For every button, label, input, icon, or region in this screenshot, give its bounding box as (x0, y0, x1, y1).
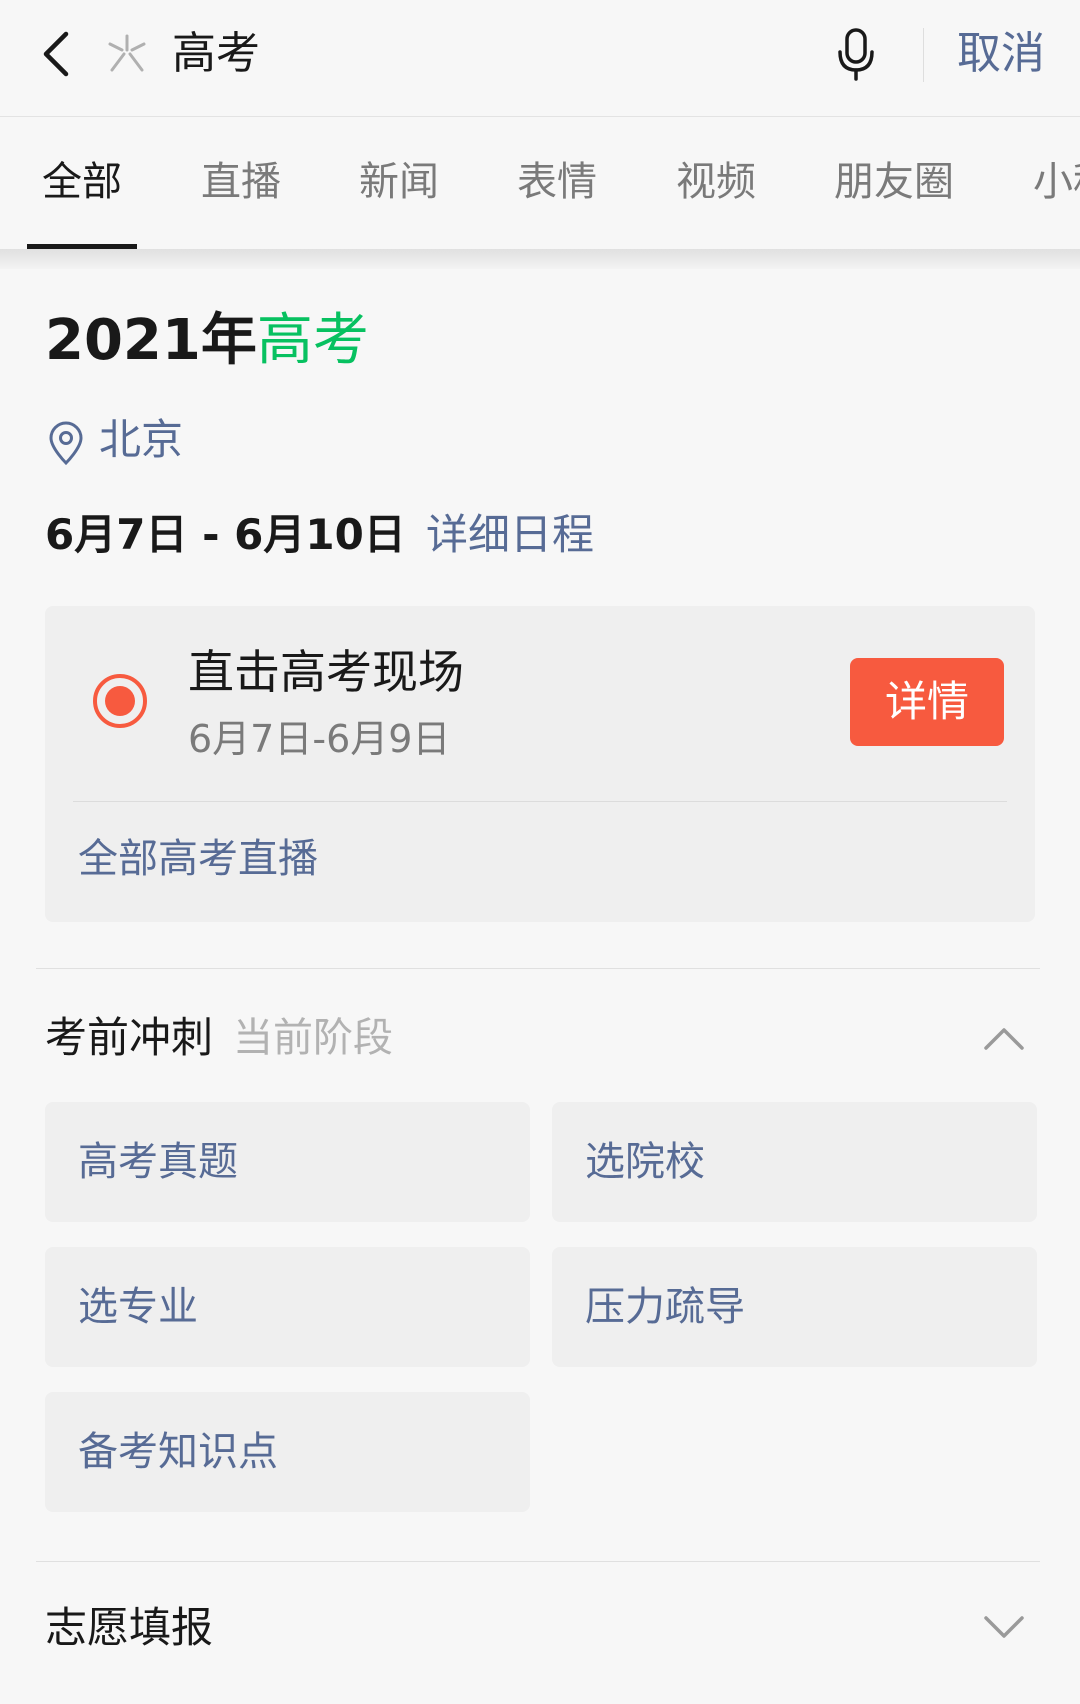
location-pin-icon (49, 421, 83, 466)
event-dates: 6月7日 - 6月10日 (45, 510, 406, 559)
grid-item-study-points[interactable]: 备考知识点 (45, 1392, 530, 1512)
search-bar: 高考 取消 (0, 0, 1080, 117)
section-divider (36, 1561, 1040, 1562)
grid-item-choose-college[interactable]: 选院校 (552, 1102, 1037, 1222)
back-arrow-icon[interactable] (34, 26, 84, 82)
all-live-link[interactable]: 全部高考直播 (78, 832, 318, 886)
live-record-icon (93, 674, 147, 728)
search-query-text[interactable]: 高考 (172, 26, 260, 82)
tab-videos[interactable]: 视频 (676, 157, 756, 207)
grid-item-choose-major[interactable]: 选专业 (45, 1247, 530, 1367)
location-text[interactable]: 北京 (99, 413, 183, 467)
cancel-button[interactable]: 取消 (957, 26, 1045, 82)
chevron-down-icon[interactable] (982, 1614, 1026, 1642)
detailed-schedule-link[interactable]: 详细日程 (426, 507, 594, 563)
grid-item-stress-relief[interactable]: 压力疏导 (552, 1247, 1037, 1367)
live-title: 直击高考现场 (188, 645, 464, 699)
search-spark-icon (108, 34, 146, 72)
chevron-up-icon[interactable] (982, 1024, 1026, 1052)
live-dates: 6月7日-6月9日 (188, 717, 451, 761)
header-divider (923, 28, 924, 82)
tab-all[interactable]: 全部 (42, 157, 122, 207)
event-title: 2021年高考 (45, 308, 369, 373)
current-stage-label: 当前阶段 (233, 1015, 393, 1061)
card-divider (73, 801, 1007, 802)
grid-item-past-exams[interactable]: 高考真题 (45, 1102, 530, 1222)
live-card[interactable]: 直击高考现场 6月7日-6月9日 详情 全部高考直播 (45, 606, 1035, 922)
application-section-title: 志愿填报 (45, 1603, 214, 1652)
sprint-section-title: 考前冲刺 (45, 1013, 214, 1062)
tab-stickers[interactable]: 表情 (517, 157, 597, 207)
tab-moments[interactable]: 朋友圈 (834, 157, 954, 207)
tab-mini-programs[interactable]: 小程 (1033, 157, 1080, 207)
section-divider (36, 968, 1040, 969)
tab-live[interactable]: 直播 (201, 157, 281, 207)
microphone-icon[interactable] (832, 26, 880, 82)
detail-button[interactable]: 详情 (850, 658, 1004, 746)
tabs-shadow (0, 249, 1080, 269)
category-tabs: 全部 直播 新闻 表情 视频 朋友圈 小程 (0, 117, 1080, 249)
tab-news[interactable]: 新闻 (359, 157, 439, 207)
